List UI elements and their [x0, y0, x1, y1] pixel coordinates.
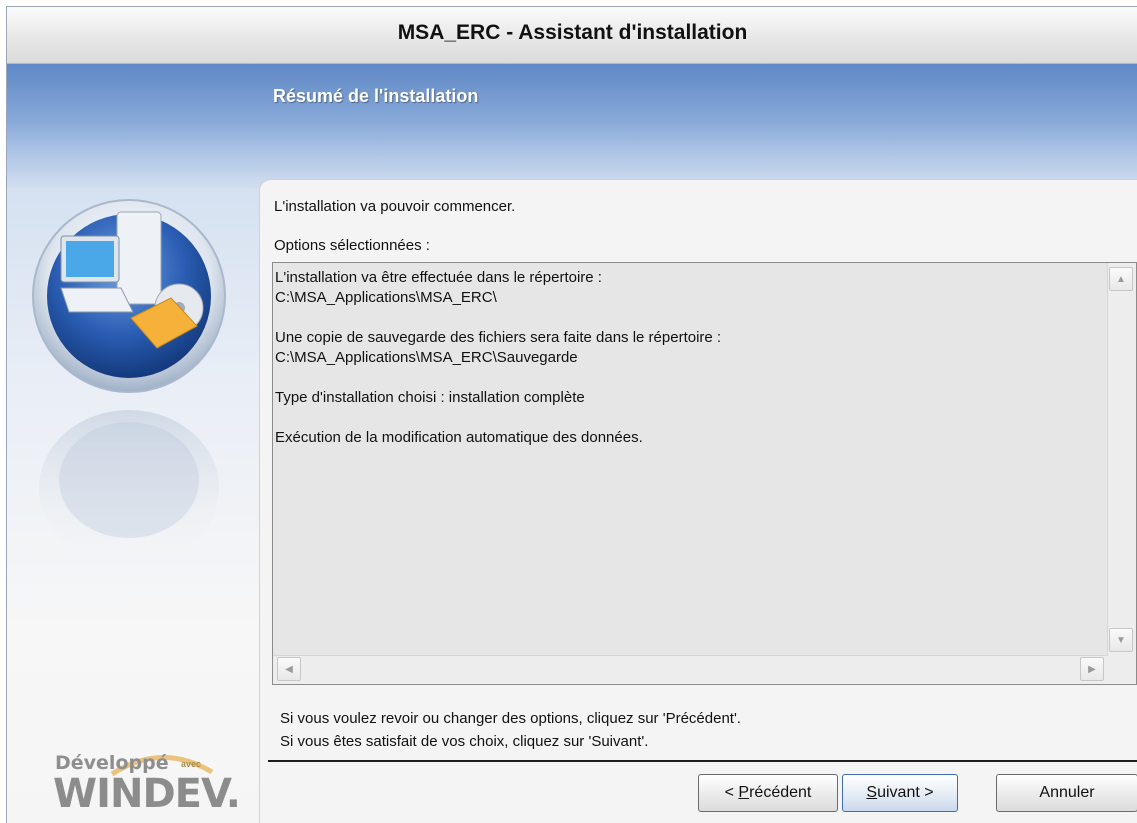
page-heading: Résumé de l'installation	[273, 86, 479, 106]
summary-line: Type d'installation choisi : installatio…	[275, 389, 585, 406]
horizontal-scrollbar[interactable]: ◀ ▶	[273, 655, 1108, 684]
next-button-label: uivant >	[877, 784, 934, 801]
scroll-right-icon[interactable]: ▶	[1080, 657, 1104, 681]
cancel-button[interactable]: Annuler	[996, 774, 1137, 812]
separator	[268, 760, 1137, 762]
summary-line: C:\MSA_Applications\MSA_ERC\	[275, 289, 497, 306]
scrollbar-corner	[1108, 656, 1136, 684]
scroll-up-icon[interactable]: ▲	[1109, 267, 1133, 291]
windev-wordmark: WINDEV.	[53, 771, 241, 817]
summary-textbox[interactable]: L'installation va être effectuée dans le…	[272, 262, 1137, 685]
summary-line	[275, 368, 1106, 388]
vertical-scrollbar[interactable]: ▲ ▼	[1107, 263, 1136, 656]
previous-button-label: récédent	[749, 784, 812, 801]
summary-line: Une copie de sauvegarde des fichiers ser…	[275, 329, 722, 346]
summary-line	[275, 408, 1106, 428]
summary-line: C:\MSA_Applications\MSA_ERC\Sauvegarde	[275, 349, 578, 366]
header-banner: Résumé de l'installation	[7, 64, 1137, 188]
avec-label: avec	[181, 759, 202, 769]
title-bar[interactable]: MSA_ERC - Assistant d'installation	[7, 7, 1137, 64]
options-label: Options sélectionnées :	[274, 237, 430, 254]
left-pane: Développé avec WINDEV.	[7, 188, 259, 823]
scroll-left-icon[interactable]: ◀	[277, 657, 301, 681]
computer-cd-icon	[32, 199, 226, 566]
summary-text: L'installation va être effectuée dans le…	[275, 268, 1106, 656]
intro-text: L'installation va pouvoir commencer.	[274, 198, 516, 215]
windev-logo: Développé avec WINDEV.	[7, 748, 259, 818]
summary-line	[275, 308, 1106, 328]
hint-next: Si vous êtes satisfait de vos choix, cli…	[280, 733, 649, 750]
previous-button[interactable]: < Précédent	[698, 774, 838, 812]
installer-window: MSA_ERC - Assistant d'installation Résum…	[6, 6, 1137, 823]
next-button[interactable]: Suivant >	[842, 774, 958, 812]
hint-previous: Si vous voulez revoir ou changer des opt…	[280, 710, 741, 727]
scroll-down-icon[interactable]: ▼	[1109, 628, 1133, 652]
content-panel: L'installation va pouvoir commencer. Opt…	[259, 179, 1137, 823]
summary-line: Exécution de la modification automatique…	[275, 429, 643, 446]
window-title: MSA_ERC - Assistant d'installation	[397, 21, 748, 44]
previous-button-accel: P	[738, 784, 750, 801]
summary-line: L'installation va être effectuée dans le…	[275, 269, 602, 286]
next-button-accel: S	[866, 784, 878, 801]
previous-button-prefix: <	[724, 784, 739, 801]
